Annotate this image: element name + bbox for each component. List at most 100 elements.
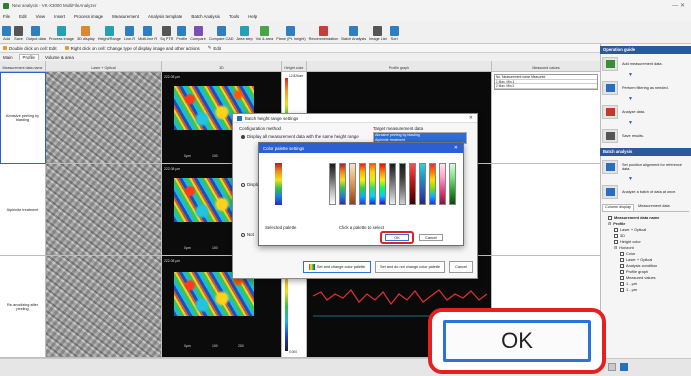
recommendation-button[interactable]: Recommendation xyxy=(309,26,338,43)
edit-link[interactable]: ✎ Edit xyxy=(208,45,221,51)
palette-option[interactable] xyxy=(379,163,386,205)
palette-option[interactable] xyxy=(349,163,356,205)
process-image-button[interactable]: Process image xyxy=(49,26,74,43)
row-name-cell[interactable]: Re-anodizing after peeling xyxy=(0,256,46,358)
col-header-measured-values[interactable]: Measured values xyxy=(492,61,600,72)
tree-item[interactable]: Measurement data name xyxy=(608,215,688,220)
tree-item[interactable]: 1 - μm xyxy=(620,287,691,292)
optical-image[interactable] xyxy=(46,72,162,164)
checkbox[interactable] xyxy=(620,281,624,286)
palette-option[interactable] xyxy=(449,163,456,205)
option-not[interactable]: Not xyxy=(241,232,254,237)
menu-process-image[interactable]: Process image xyxy=(74,14,103,19)
save-button[interactable]: Save xyxy=(14,26,23,43)
set-and-change-palette-button[interactable]: Set and change color palette xyxy=(303,261,371,273)
window-controls[interactable]: — ✕ xyxy=(672,2,685,9)
ok-callout-button[interactable]: OK xyxy=(443,320,591,362)
col-header-name[interactable]: Measurement data name xyxy=(0,61,46,72)
checkbox[interactable] xyxy=(620,275,624,280)
multi-line-r-button[interactable]: Multi-line R xyxy=(138,26,157,43)
checkbox[interactable] xyxy=(620,269,624,274)
guide-step-analyze[interactable]: Analyze data. xyxy=(602,104,689,120)
menu-measurement[interactable]: Measurement xyxy=(112,14,139,19)
close-icon[interactable]: ✕ xyxy=(454,145,458,151)
palette-option[interactable] xyxy=(329,163,336,205)
col-header-profile-graph[interactable]: Profile graph xyxy=(307,61,492,72)
batch-step-analyze[interactable]: Analyze a batch of data at once. xyxy=(602,184,689,200)
area-step-button[interactable]: Area step xyxy=(237,26,253,43)
col-header-height-color[interactable]: Height color xyxy=(282,61,307,72)
add-button[interactable]: Add xyxy=(2,26,11,43)
vol-area-button[interactable]: Vol & area xyxy=(256,26,273,43)
checkbox[interactable] xyxy=(608,215,612,220)
palette-option[interactable] xyxy=(439,163,446,205)
grid-view-icon[interactable] xyxy=(608,363,616,371)
tree-item[interactable]: Profile graph xyxy=(620,269,691,274)
tab-volume-area[interactable]: Volume & area xyxy=(45,55,74,60)
radio[interactable] xyxy=(241,182,245,187)
close-icon[interactable]: ✕ xyxy=(469,115,473,121)
checkbox[interactable] xyxy=(614,233,618,238)
menu-edit[interactable]: Edit xyxy=(19,14,27,19)
menu-insert[interactable]: Insert xyxy=(54,14,65,19)
compare-button[interactable]: Compare xyxy=(190,26,206,43)
expand-icon[interactable]: ⊟ xyxy=(608,221,611,226)
menu-tools[interactable]: Tools xyxy=(229,14,239,19)
set-no-change-palette-button[interactable]: Set and do not change color palette xyxy=(375,261,445,273)
radio-checked[interactable] xyxy=(241,134,245,139)
checkbox[interactable] xyxy=(620,263,624,268)
palette-option[interactable] xyxy=(389,163,396,205)
output-data-button[interactable]: Output data xyxy=(26,26,46,43)
compare-cad-button[interactable]: Compare CAD xyxy=(209,26,234,43)
guide-step-save[interactable]: Save results. xyxy=(602,128,689,144)
measured-values-cell[interactable]: No. Measurement name Measured 1 Max. Min… xyxy=(492,72,600,164)
palette-ok-button[interactable]: OK xyxy=(385,234,409,241)
tree-item[interactable]: Measured values xyxy=(620,275,691,280)
batch-step-align[interactable]: Set position alignment for reference dat… xyxy=(602,158,689,176)
tab-profile[interactable]: Profile xyxy=(18,54,39,60)
guide-step-filter[interactable]: Perform filtering as needed. xyxy=(602,80,689,96)
tree-item[interactable]: ⊟ Horizont xyxy=(614,245,691,250)
3d-display-button[interactable]: 3D display xyxy=(77,26,95,43)
tree-item[interactable]: Analysis condition xyxy=(620,263,691,268)
menu-analysis-template[interactable]: Analysis template xyxy=(148,14,182,19)
checkbox[interactable] xyxy=(614,227,618,232)
tree-item[interactable]: 3D xyxy=(614,233,691,238)
row-name-cell[interactable]: Alphinite treatment xyxy=(0,164,46,256)
tree-item[interactable]: Laser + Optical xyxy=(620,257,691,262)
download-icon[interactable] xyxy=(620,363,628,371)
tree-item[interactable]: 1 - μm xyxy=(620,281,691,286)
palette-option[interactable] xyxy=(339,163,346,205)
checkbox[interactable] xyxy=(620,257,624,262)
tab-main[interactable]: Main xyxy=(3,55,13,60)
option-same-range[interactable]: Display all measurement data with the sa… xyxy=(241,134,359,139)
sort-button[interactable]: Sort xyxy=(389,26,399,43)
palette-option[interactable] xyxy=(399,163,406,205)
expand-icon[interactable]: ⊟ xyxy=(614,245,617,250)
palette-option[interactable] xyxy=(409,163,416,205)
menu-batch-analysis[interactable]: Batch Analysis xyxy=(191,14,220,19)
palette-cancel-button[interactable]: Cancel xyxy=(419,234,443,241)
plane-button[interactable]: Plane (Pt. height) xyxy=(276,26,306,43)
height-range-button[interactable]: Height/Range xyxy=(98,26,121,43)
measured-values-cell[interactable] xyxy=(492,164,600,256)
col-header-laser-optical[interactable]: Laser + Optical xyxy=(46,61,162,72)
line-r-button[interactable]: Line-R xyxy=(124,26,135,43)
radio[interactable] xyxy=(241,232,245,237)
batch-cancel-button[interactable]: Cancel xyxy=(449,261,473,273)
sq-ptr-button[interactable]: Sq PTR xyxy=(160,26,173,43)
tab-column-display[interactable]: Column display xyxy=(602,204,634,211)
batch-analysis-button[interactable]: Batch Analysis xyxy=(341,26,366,43)
optical-image[interactable] xyxy=(46,256,162,358)
checkbox[interactable] xyxy=(614,239,618,244)
menu-help[interactable]: Help xyxy=(248,14,257,19)
col-header-3d[interactable]: 3D xyxy=(162,61,282,72)
palette-option[interactable] xyxy=(369,163,376,205)
image-list-button[interactable]: Image List xyxy=(369,26,387,43)
tree-item[interactable]: Laser + Optical xyxy=(614,227,691,232)
tree-item[interactable]: ⊟ Profile xyxy=(608,221,688,226)
palette-option[interactable] xyxy=(419,163,426,205)
row-name-cell[interactable]: Abrasive peeling by blasting xyxy=(0,72,46,164)
profile-button[interactable]: Profile xyxy=(176,26,187,43)
tree-item[interactable]: Height color xyxy=(614,239,691,244)
